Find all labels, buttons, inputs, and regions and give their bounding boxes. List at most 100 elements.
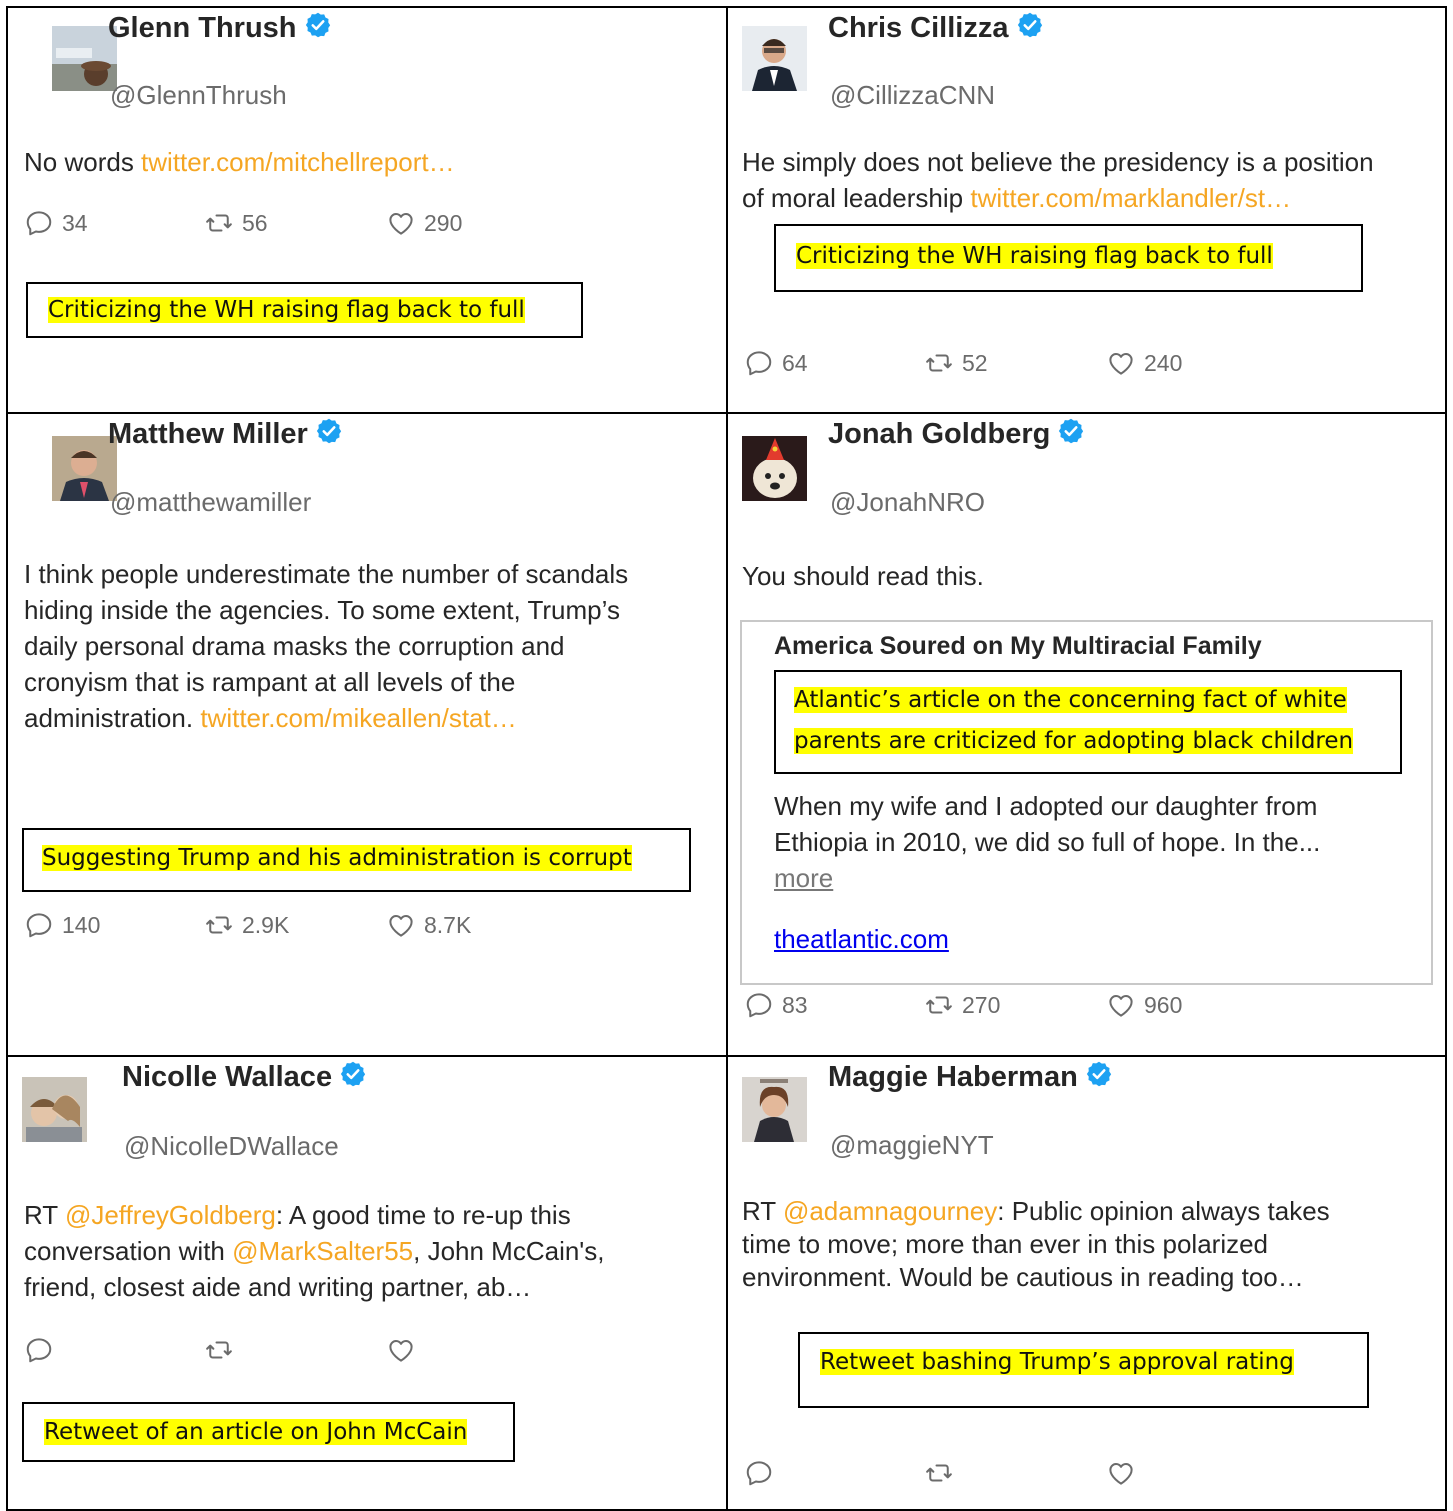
avatar[interactable]: [742, 436, 807, 501]
user-handle[interactable]: @JonahNRO: [830, 487, 985, 518]
rt-prefix: RT: [24, 1200, 65, 1230]
like-button[interactable]: 8.7K: [386, 910, 471, 940]
tweet-text-line: of moral leadership twitter.com/markland…: [742, 180, 1442, 216]
tweet-link[interactable]: twitter.com/mitchellreport…: [141, 147, 455, 177]
annotation-text: Suggesting Trump and his administration …: [42, 845, 632, 871]
annotation-box: Criticizing the WH raising flag back to …: [774, 224, 1363, 292]
verified-badge-icon: [315, 417, 343, 445]
tweet-text-content: , John McCain's,: [413, 1236, 605, 1266]
display-name[interactable]: Maggie Haberman: [828, 1061, 1113, 1094]
reply-button[interactable]: [24, 1335, 62, 1365]
reply-icon: [744, 1458, 774, 1488]
tweet-actions: 140 2.9K 8.7K: [24, 910, 624, 944]
tweet-link[interactable]: twitter.com/marklandler/st…: [970, 183, 1291, 213]
reply-count: 140: [62, 911, 101, 938]
annotation-box: Retweet bashing Trump’s approval rating: [798, 1332, 1369, 1408]
display-name[interactable]: Nicolle Wallace: [122, 1061, 367, 1094]
user-handle[interactable]: @GlennThrush: [110, 80, 287, 111]
tweet-text-line: daily personal drama masks the corruptio…: [24, 631, 565, 661]
like-icon: [386, 910, 416, 940]
reply-icon: [24, 208, 54, 238]
avatar[interactable]: [742, 26, 807, 91]
display-name[interactable]: Glenn Thrush: [108, 12, 332, 45]
annotation-text: Retweet of an article on John McCain: [44, 1419, 468, 1445]
like-button[interactable]: [386, 1335, 424, 1365]
verified-badge-icon: [1085, 1060, 1113, 1088]
mention-link[interactable]: @MarkSalter55: [232, 1236, 413, 1266]
mention-link[interactable]: @JeffreyGoldberg: [65, 1200, 276, 1230]
retweet-icon: [924, 990, 954, 1020]
reply-button[interactable]: 83: [744, 990, 808, 1020]
reply-button[interactable]: 34: [24, 208, 88, 238]
retweet-button[interactable]: [924, 1458, 962, 1488]
annotation-text: parents are criticized for adopting blac…: [794, 728, 1354, 754]
display-name[interactable]: Chris Cillizza: [828, 12, 1044, 45]
tweet-text-content: administration.: [24, 703, 201, 733]
retweet-button[interactable]: [204, 1335, 242, 1365]
annotation-text: Retweet bashing Trump’s approval rating: [820, 1349, 1294, 1375]
like-button[interactable]: [1106, 1458, 1144, 1488]
user-handle[interactable]: @matthewamiller: [110, 487, 311, 518]
annotation-box: Suggesting Trump and his administration …: [22, 828, 691, 892]
retweet-icon: [924, 348, 954, 378]
tweet-text-line: friend, closest aide and writing partner…: [24, 1272, 532, 1302]
display-name[interactable]: Jonah Goldberg: [828, 418, 1085, 451]
reply-button[interactable]: 64: [744, 348, 808, 378]
tweet-actions: 64 52 240: [744, 348, 1344, 382]
like-button[interactable]: 290: [386, 208, 462, 238]
annotation-box: Criticizing the WH raising flag back to …: [26, 282, 583, 338]
tweet-text-line: cronyism that is rampant at all levels o…: [24, 667, 516, 697]
tweet-actions: [24, 1335, 624, 1369]
reply-icon: [744, 990, 774, 1020]
display-name-text: Matthew Miller: [108, 418, 308, 450]
verified-badge-icon: [304, 11, 332, 39]
mention-link[interactable]: @adamnagourney: [783, 1196, 997, 1226]
avatar[interactable]: [22, 1077, 87, 1142]
tweet-text-line: conversation with @MarkSalter55, John Mc…: [24, 1233, 714, 1269]
user-handle[interactable]: @CillizzaCNN: [830, 80, 995, 111]
retweet-count: 270: [962, 991, 1001, 1018]
more-link[interactable]: more: [774, 863, 833, 893]
tweet-text-line: RT @JeffreyGoldberg: A good time to re-u…: [24, 1197, 714, 1233]
tweet-card-jonah-goldberg: Jonah Goldberg @JonahNRO You should read…: [726, 412, 1447, 1057]
display-name-text: Glenn Thrush: [108, 12, 297, 44]
retweet-icon: [204, 1335, 234, 1365]
user-handle[interactable]: @NicolleDWallace: [124, 1131, 339, 1162]
reply-icon: [24, 1335, 54, 1365]
retweet-icon: [204, 208, 234, 238]
tweet-link[interactable]: twitter.com/mikeallen/stat…: [200, 703, 516, 733]
tweet-card-matthew-miller: Matthew Miller @matthewamiller I think p…: [6, 412, 728, 1057]
tweet-text-line: environment. Would be cautious in readin…: [742, 1262, 1304, 1292]
retweet-button[interactable]: 2.9K: [204, 910, 289, 940]
retweet-count: 2.9K: [242, 911, 290, 938]
like-icon: [386, 208, 416, 238]
reply-count: 34: [62, 209, 88, 236]
annotation-text: Atlantic’s article on the concerning fac…: [794, 687, 1347, 713]
display-name-text: Jonah Goldberg: [828, 418, 1051, 450]
avatar[interactable]: [742, 1077, 807, 1142]
tweet-card-chris-cillizza: Chris Cillizza @CillizzaCNN He simply do…: [726, 6, 1447, 414]
like-button[interactable]: 240: [1106, 348, 1182, 378]
tweet-actions: [744, 1458, 1344, 1492]
tweet-text: RT @JeffreyGoldberg: A good time to re-u…: [24, 1197, 714, 1305]
tweet-text: No words twitter.com/mitchellreport…: [24, 144, 714, 180]
retweet-button[interactable]: 52: [924, 348, 988, 378]
retweet-button[interactable]: 270: [924, 990, 1000, 1020]
tweet-text-content: No words: [24, 147, 142, 177]
display-name[interactable]: Matthew Miller: [108, 418, 343, 451]
tweet-text-content: conversation with: [24, 1236, 233, 1266]
reply-button[interactable]: [744, 1458, 782, 1488]
tweet-card-nicolle-wallace: Nicolle Wallace @NicolleDWallace RT @Jef…: [6, 1055, 728, 1511]
like-button[interactable]: 960: [1106, 990, 1182, 1020]
retweet-button[interactable]: 56: [204, 208, 268, 238]
link-preview-card[interactable]: America Soured on My Multiracial Family …: [740, 620, 1433, 985]
like-count: 8.7K: [424, 911, 472, 938]
card-domain-link[interactable]: theatlantic.com: [774, 924, 949, 955]
verified-badge-icon: [1057, 417, 1085, 445]
annotation-box: Atlantic’s article on the concerning fac…: [774, 670, 1402, 774]
tweet-text-line: time to move; more than ever in this pol…: [742, 1229, 1269, 1259]
reply-button[interactable]: 140: [24, 910, 100, 940]
user-handle[interactable]: @maggieNYT: [830, 1130, 994, 1161]
tweet-text-line: I think people underestimate the number …: [24, 559, 629, 589]
display-name-text: Nicolle Wallace: [122, 1061, 333, 1093]
